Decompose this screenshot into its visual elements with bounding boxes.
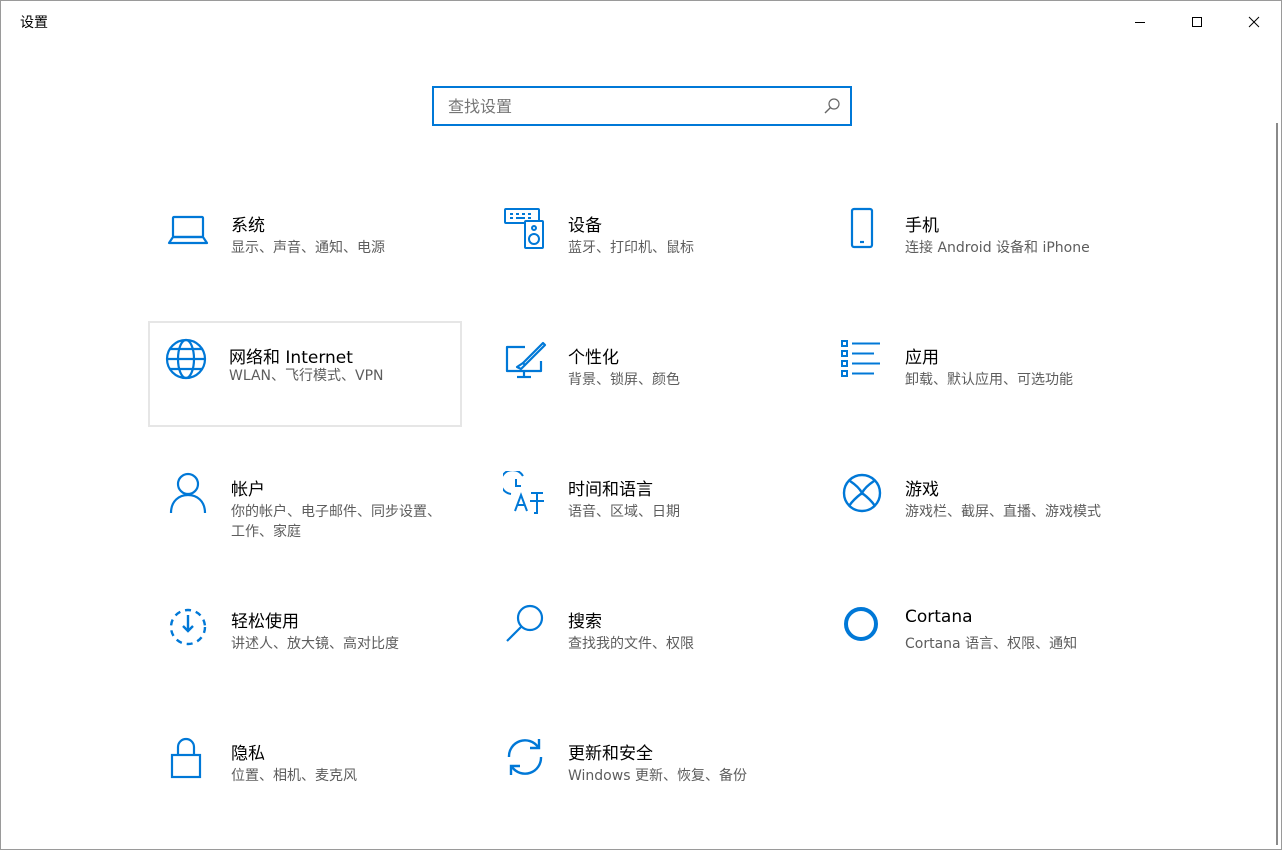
personalization-icon bbox=[503, 339, 547, 383]
minimize-button[interactable] bbox=[1111, 1, 1168, 43]
maximize-icon bbox=[1191, 17, 1202, 27]
apps-list-icon bbox=[840, 339, 884, 383]
close-icon bbox=[1248, 16, 1259, 28]
tile-title: 应用 bbox=[905, 348, 939, 368]
search-box[interactable] bbox=[432, 86, 852, 126]
tile-search[interactable]: 搜索 查找我的文件、权限 bbox=[487, 589, 801, 695]
person-icon bbox=[166, 471, 210, 515]
tile-description: 连接 Android 设备和 iPhone bbox=[905, 240, 1090, 256]
tile-description: 背景、锁屏、颜色 bbox=[568, 372, 680, 388]
maximize-button[interactable] bbox=[1168, 1, 1225, 43]
tile-apps[interactable]: 应用 卸载、默认应用、可选功能 bbox=[824, 325, 1138, 431]
lock-icon bbox=[166, 735, 210, 779]
tile-title: 轻松使用 bbox=[231, 612, 299, 632]
tile-title: 系统 bbox=[231, 216, 265, 236]
tile-title: 手机 bbox=[905, 216, 939, 236]
tile-title: 隐私 bbox=[231, 744, 265, 764]
tile-title: 游戏 bbox=[905, 480, 939, 500]
title-bar[interactable]: 设置 bbox=[1, 1, 1281, 43]
tile-update-security[interactable]: 更新和安全 Windows 更新、恢复、备份 bbox=[487, 721, 801, 827]
tile-title: 时间和语言 bbox=[568, 480, 653, 500]
tile-title: 网络和 Internet bbox=[229, 348, 353, 368]
tile-system[interactable]: 系统 显示、声音、通知、电源 bbox=[150, 193, 464, 299]
tile-description: Cortana 语言、权限、通知 bbox=[905, 636, 1078, 652]
tile-description: Windows 更新、恢复、备份 bbox=[568, 768, 747, 784]
tile-privacy[interactable]: 隐私 位置、相机、麦克风 bbox=[150, 721, 464, 827]
scrollbar[interactable] bbox=[1276, 123, 1278, 845]
minimize-icon bbox=[1134, 22, 1145, 23]
search-icon[interactable] bbox=[823, 97, 841, 119]
tile-description: 游戏栏、截屏、直播、游戏模式 bbox=[905, 504, 1101, 520]
tile-gaming[interactable]: 游戏 游戏栏、截屏、直播、游戏模式 bbox=[824, 457, 1138, 563]
close-button[interactable] bbox=[1225, 1, 1282, 43]
tile-devices[interactable]: 设备 蓝牙、打印机、鼠标 bbox=[487, 193, 801, 299]
settings-window: 设置 系统 显示、声音、通知、电源 bbox=[0, 0, 1282, 850]
tile-accounts[interactable]: 帐户 你的帐户、电子邮件、同步设置、工作、家庭 bbox=[150, 457, 464, 563]
tile-title: 设备 bbox=[568, 216, 602, 236]
tile-title: 更新和安全 bbox=[568, 744, 653, 764]
devices-icon bbox=[503, 207, 547, 251]
search-input[interactable] bbox=[434, 88, 814, 124]
tile-time-language[interactable]: 时间和语言 语音、区域、日期 bbox=[487, 457, 801, 563]
tile-cortana[interactable]: Cortana Cortana 语言、权限、通知 bbox=[824, 589, 1138, 695]
globe-icon bbox=[164, 337, 208, 381]
tile-title: 搜索 bbox=[568, 612, 602, 632]
tile-description: 位置、相机、麦克风 bbox=[231, 768, 357, 784]
tile-description: 查找我的文件、权限 bbox=[568, 636, 694, 652]
update-sync-icon bbox=[503, 735, 547, 779]
laptop-icon bbox=[166, 207, 210, 251]
search-magnifier-icon bbox=[503, 603, 547, 647]
phone-icon bbox=[840, 207, 884, 251]
time-language-icon bbox=[503, 471, 547, 515]
xbox-icon bbox=[840, 471, 884, 515]
tile-title: 个性化 bbox=[568, 348, 619, 368]
tile-personalization[interactable]: 个性化 背景、锁屏、颜色 bbox=[487, 325, 801, 431]
tile-network[interactable]: 网络和 Internet WLAN、飞行模式、VPN bbox=[148, 321, 462, 427]
tile-title: 帐户 bbox=[231, 480, 265, 500]
tile-description: 显示、声音、通知、电源 bbox=[231, 240, 385, 256]
ease-of-access-icon bbox=[166, 603, 210, 647]
tile-description: 卸载、默认应用、可选功能 bbox=[905, 372, 1073, 388]
tile-ease-of-access[interactable]: 轻松使用 讲述人、放大镜、高对比度 bbox=[150, 589, 464, 695]
tile-phone[interactable]: 手机 连接 Android 设备和 iPhone bbox=[824, 193, 1138, 299]
tile-description: 蓝牙、打印机、鼠标 bbox=[568, 240, 694, 256]
tile-description: 你的帐户、电子邮件、同步设置、工作、家庭 bbox=[231, 504, 441, 540]
tile-description: WLAN、飞行模式、VPN bbox=[229, 368, 384, 384]
tile-title: Cortana bbox=[905, 607, 973, 627]
cortana-icon bbox=[840, 603, 884, 647]
window-title: 设置 bbox=[20, 15, 48, 31]
tile-description: 讲述人、放大镜、高对比度 bbox=[231, 636, 399, 652]
tile-description: 语音、区域、日期 bbox=[568, 504, 680, 520]
